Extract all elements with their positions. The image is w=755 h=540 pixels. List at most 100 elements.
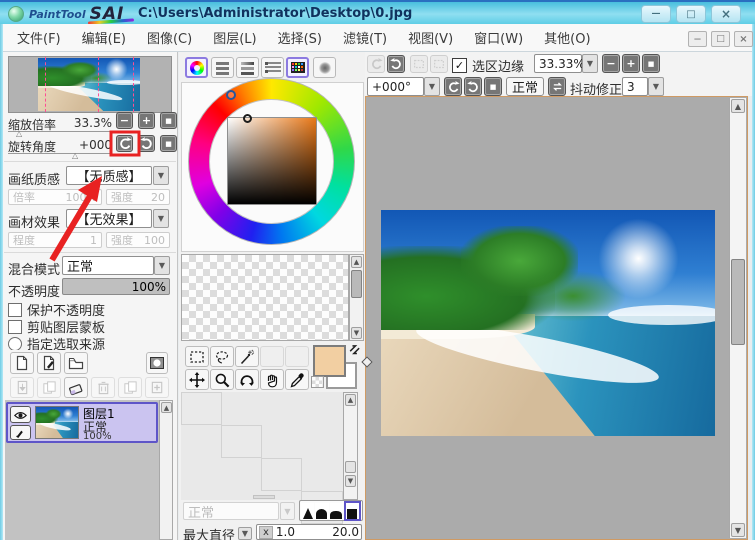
mdi-restore-button[interactable]: □ [711,31,730,47]
view-normal-button[interactable]: 正常 [506,77,544,96]
navigator-preview[interactable] [8,56,172,113]
brush-tip-flat[interactable] [330,503,343,519]
canvas-window[interactable]: ▲ ▼ [365,96,748,540]
menu-layer[interactable]: 图层(L) [213,28,256,47]
empty-tool-slot[interactable] [285,346,309,367]
mixed-slider-tab[interactable] [261,57,284,78]
rotate-cw-button[interactable] [138,135,155,152]
canvas-vertical-scrollbar[interactable]: ▲ ▼ [729,98,746,538]
new-layer-folder-button[interactable] [64,352,88,374]
sv-square-marker[interactable] [243,114,252,123]
scratchpad-scrollbar[interactable]: ▲ ▼ [349,254,364,341]
menu-select[interactable]: 选择(S) [278,28,322,47]
brush-tip-pointed[interactable] [301,503,314,519]
canvas-rotate-ccw-button[interactable] [444,77,462,96]
color-wheel-tab[interactable] [185,57,208,78]
canvas-zoom-select[interactable]: 33.33% [534,54,582,73]
scroll-up-icon[interactable]: ▲ [731,99,745,113]
zoom-tool[interactable] [210,369,234,390]
paper-texture-select[interactable]: 【无质感】 [66,166,152,185]
scrollbar-thumb[interactable] [731,259,745,345]
layer-visibility-toggle[interactable] [10,406,31,423]
marquee-tool[interactable] [185,346,209,367]
magic-wand-tool[interactable] [235,346,259,367]
paper-texture-dropdown-icon[interactable]: ▼ [153,166,169,185]
menu-view[interactable]: 视图(V) [408,28,453,47]
canvas-zoom-in-button[interactable]: + [622,54,640,73]
blend-mode-select[interactable]: 正常 [62,256,154,275]
layer-list-scrollbar[interactable]: ▲ [159,400,173,540]
scrollbar-thumb[interactable] [345,461,356,473]
selection-edge-checkbox[interactable]: ✓ [452,58,467,73]
scroll-up-icon[interactable]: ▲ [345,394,356,406]
brush-tip-round[interactable] [315,503,328,519]
rotate-reset-button[interactable]: ■ [160,135,177,152]
selection-source-radio[interactable] [8,337,22,351]
scratchpad-tab[interactable] [313,57,336,78]
menu-window[interactable]: 窗口(W) [474,28,523,47]
scroll-down-icon[interactable]: ▼ [351,327,362,339]
rgb-slider-tab[interactable] [211,57,234,78]
canvas-image[interactable] [381,210,715,436]
navigator-rotate-slider[interactable] [8,153,112,154]
rotate-ccw-button[interactable] [116,135,133,152]
menu-edit[interactable]: 编辑(E) [82,28,126,47]
navigator-rotate-slider-handle[interactable]: △ [72,151,78,160]
foreground-color-swatch[interactable] [313,345,346,377]
scroll-down-icon[interactable]: ▼ [731,523,745,537]
redo-button[interactable] [387,55,405,73]
clear-layer-button[interactable] [64,377,88,398]
hand-tool[interactable] [260,369,284,390]
move-tool[interactable] [185,369,209,390]
zoom-out-button[interactable]: − [116,112,133,129]
scroll-down-icon[interactable]: ▼ [345,475,356,487]
lasso-tool[interactable] [210,346,234,367]
canvas-angle-select[interactable]: +000° [367,77,424,96]
material-effect-dropdown-icon[interactable]: ▼ [153,209,169,228]
panel-drag-handle[interactable] [253,495,275,499]
canvas-zoom-reset-button[interactable]: ■ [642,54,660,73]
protect-opacity-checkbox[interactable] [8,303,22,317]
empty-tool-slot[interactable] [260,346,284,367]
stabilizer-select[interactable]: 3 [622,77,648,96]
rotate-view-tool[interactable] [235,369,259,390]
brush-size-field[interactable]: x 1.0 20.0 [256,524,362,540]
brush-tip-square-selected[interactable] [344,501,361,521]
blend-mode-dropdown-icon[interactable]: ▼ [154,256,170,275]
scroll-up-icon[interactable]: ▲ [351,256,362,268]
layer-row-selected[interactable]: 图层1 正常 100% [6,402,158,443]
mdi-close-button[interactable]: × [734,31,753,47]
zoom-reset-button[interactable]: ■ [160,112,177,129]
brush-slot-empty[interactable] [221,425,262,458]
scratchpad-canvas[interactable] [181,254,349,341]
brush-size-dropdown-icon[interactable]: ▼ [238,527,252,540]
menu-filter[interactable]: 滤镜(T) [343,28,387,47]
window-minimize-button[interactable]: — [641,5,671,23]
brush-slot-empty[interactable] [181,392,222,425]
saturation-value-square[interactable] [227,117,317,205]
canvas-zoom-out-button[interactable]: − [602,54,620,73]
canvas-rotate-reset-button[interactable]: ■ [484,77,502,96]
window-close-button[interactable]: × [711,5,741,23]
clipping-mask-checkbox[interactable] [8,320,22,334]
brush-slot-empty[interactable] [261,458,302,491]
menu-image[interactable]: 图像(C) [147,28,192,47]
mdi-minimize-button[interactable]: — [688,31,707,47]
canvas-rotate-cw-button[interactable] [464,77,482,96]
layer-draw-indicator[interactable] [10,425,31,440]
canvas-zoom-dropdown-icon[interactable]: ▼ [582,54,598,73]
new-layer-button[interactable] [10,352,34,374]
scrollbar-thumb[interactable] [351,270,362,298]
window-maximize-button[interactable]: □ [676,5,706,23]
new-lineart-layer-button[interactable] [37,352,61,374]
flip-view-button[interactable] [548,77,566,96]
transparent-color-toggle[interactable] [311,376,324,388]
navigator-zoom-slider[interactable] [8,131,112,132]
brush-palette-scrollbar[interactable]: ▲ ▼ [343,392,358,500]
navigator-zoom-slider-handle[interactable]: △ [16,129,22,138]
material-effect-select[interactable]: 【无效果】 [66,209,152,228]
zoom-in-button[interactable]: + [138,112,155,129]
layer-mask-button[interactable] [146,352,168,374]
canvas-angle-dropdown-icon[interactable]: ▼ [424,77,440,96]
hsv-slider-tab[interactable] [236,57,259,78]
